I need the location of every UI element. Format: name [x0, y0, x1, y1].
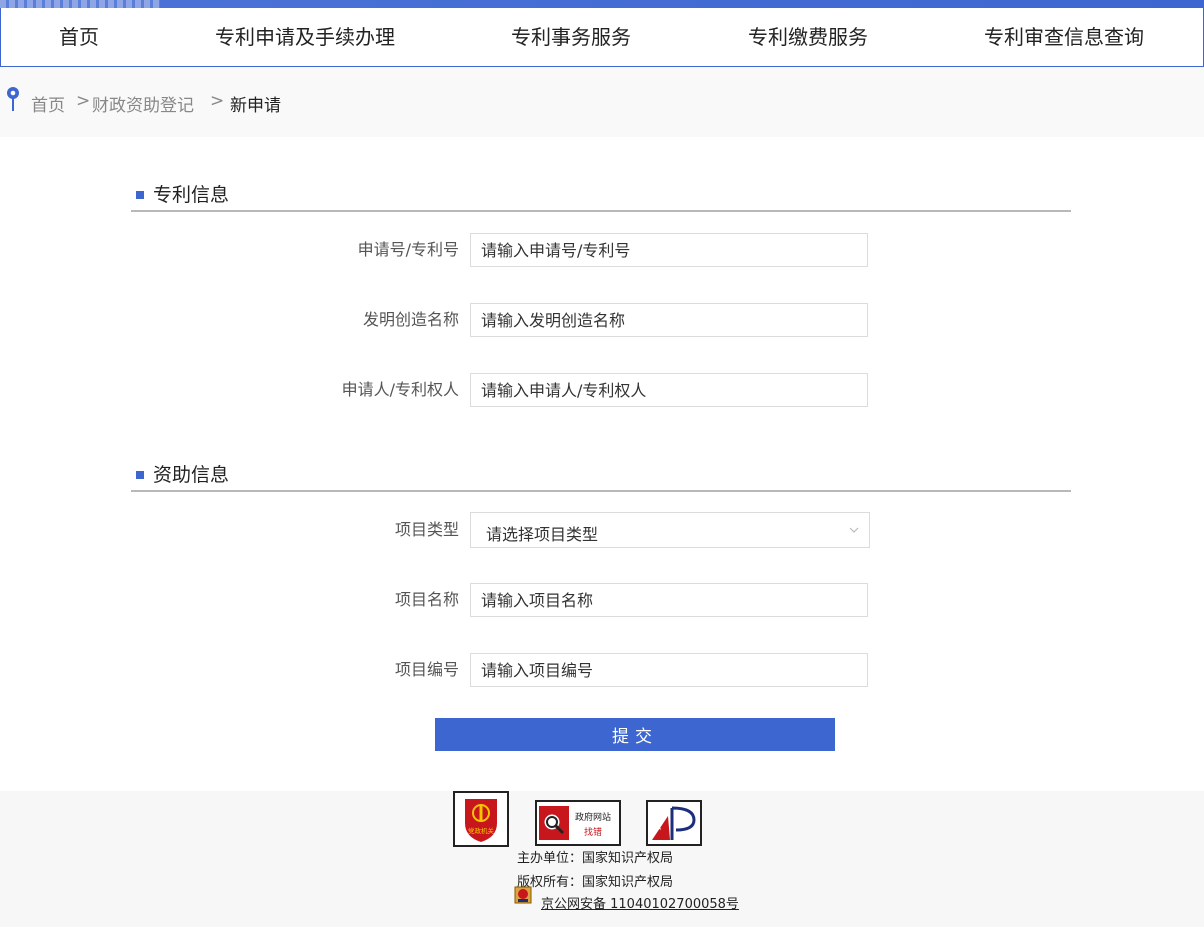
- project-type-label: 项目类型: [394, 520, 459, 539]
- footer-icp-link[interactable]: 京公网安备 11040102700058号: [541, 893, 739, 912]
- project-name-label: 项目名称: [394, 590, 459, 609]
- ipo-logo-icon: [652, 806, 696, 840]
- project-name-input[interactable]: [470, 583, 868, 617]
- project-number-input[interactable]: [470, 653, 868, 687]
- top-strip-pattern: [0, 0, 160, 8]
- police-emblem-icon: [514, 886, 532, 904]
- nav-item-search[interactable]: 专利审查信息查询: [984, 8, 1144, 66]
- breadcrumb-separator: >: [76, 91, 91, 111]
- footer-sponsor: 主办单位：国家知识产权局: [517, 851, 674, 866]
- project-type-selected-value: 请选择项目类型: [486, 525, 599, 544]
- nav-item-application[interactable]: 专利申请及手续办理: [215, 8, 395, 66]
- error-report-icon: 政府网站 找错: [539, 806, 611, 840]
- applicant-label: 申请人/专利权人: [341, 380, 459, 399]
- badge-text: 党政机关: [468, 826, 495, 835]
- section-title: 资助信息: [153, 464, 230, 486]
- badge-line2: 找错: [584, 826, 602, 838]
- top-nav: 首页 专利申请及手续办理 专利事务服务 专利缴费服务 专利审查信息查询: [0, 8, 1204, 67]
- ipo-logo-badge[interactable]: [646, 800, 702, 846]
- section-funding-info: 资助信息: [131, 458, 1071, 492]
- location-pin-icon: [7, 87, 19, 111]
- footer-copyright: 版权所有：国家知识产权局: [517, 875, 674, 890]
- badge-line1: 政府网站: [575, 811, 611, 823]
- breadcrumb-funding-registration[interactable]: 财政资助登记: [92, 91, 194, 116]
- section-patent-info: 专利信息: [131, 178, 1071, 212]
- submit-button[interactable]: 提交: [435, 718, 835, 751]
- project-type-select[interactable]: 请选择项目类型: [470, 512, 870, 548]
- invention-name-input[interactable]: [470, 303, 868, 337]
- section-marker-icon: [136, 471, 144, 479]
- project-number-label: 项目编号: [394, 660, 459, 679]
- section-title: 专利信息: [153, 184, 230, 206]
- breadcrumb-home[interactable]: 首页: [31, 91, 65, 116]
- breadcrumb-separator: >: [210, 91, 225, 111]
- section-marker-icon: [136, 191, 144, 199]
- party-government-badge[interactable]: 党政机关: [453, 791, 509, 847]
- top-color-strip: [0, 0, 1204, 8]
- applicant-input[interactable]: [470, 373, 868, 407]
- breadcrumb-current: 新申请: [230, 96, 281, 116]
- party-government-seal-icon: 党政机关: [465, 799, 497, 842]
- app-number-label: 申请号/专利号: [357, 240, 459, 259]
- chevron-down-icon: [849, 527, 859, 533]
- gov-site-error-report-badge[interactable]: 政府网站 找错: [535, 800, 621, 846]
- nav-item-home[interactable]: 首页: [59, 8, 99, 66]
- invention-name-label: 发明创造名称: [362, 310, 459, 329]
- nav-item-fees[interactable]: 专利缴费服务: [748, 8, 868, 66]
- nav-item-affairs[interactable]: 专利事务服务: [511, 8, 631, 66]
- app-number-input[interactable]: [470, 233, 868, 267]
